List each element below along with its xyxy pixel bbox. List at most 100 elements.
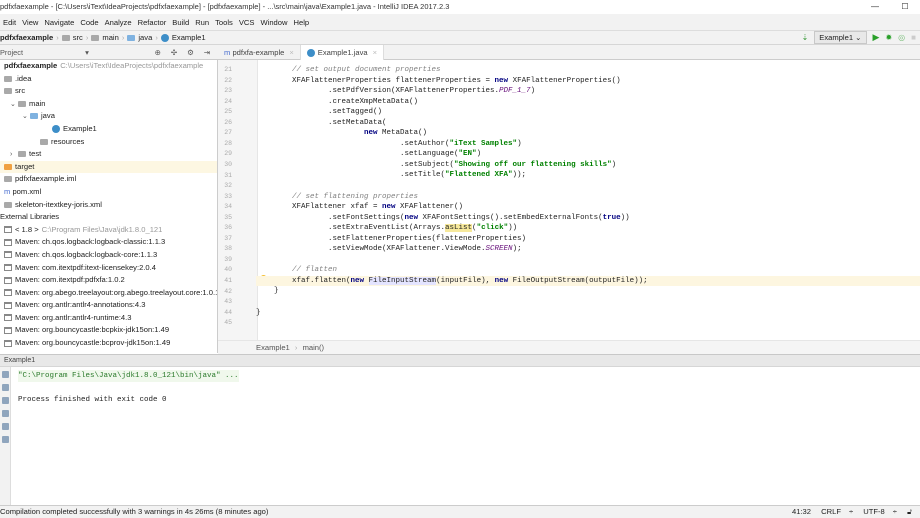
clear-icon[interactable] [2, 436, 9, 443]
code-line[interactable]: .setSubject("Showing off our flattening … [256, 160, 920, 171]
code-line[interactable]: XFAFlattener xfaf = new XFAFlattener() [256, 202, 920, 213]
run-icon[interactable]: ▶ [873, 32, 880, 43]
code-line[interactable]: } [256, 308, 920, 319]
maximize-icon[interactable]: ☐ [890, 0, 920, 14]
line-separator[interactable]: CRLF ÷ [821, 507, 853, 516]
tree-item[interactable]: Maven: ch.qos.logback:logback-core:1.1.3 [0, 249, 217, 262]
tree-item[interactable]: resources [0, 136, 217, 149]
code-line[interactable]: // set flattening properties [256, 192, 920, 203]
breadcrumb-item[interactable]: pdfxfaexample [0, 33, 53, 42]
code-line[interactable]: .setMetaData( [256, 118, 920, 129]
code-line[interactable]: .setTitle("Flattened XFA")); [256, 170, 920, 181]
project-panel-actions[interactable]: ⊕ ✣ ⚙ ⇥ [155, 48, 214, 57]
debug-icon[interactable]: ✹ [885, 33, 892, 42]
breadcrumb-method[interactable]: main() [303, 343, 325, 352]
run-tab[interactable]: Example1 [4, 357, 35, 364]
down-icon[interactable] [2, 384, 9, 391]
tree-item[interactable]: pdfxfaexample C:\Users\iText\IdeaProjects… [0, 60, 217, 73]
close-icon[interactable]: × [373, 48, 377, 57]
menu-window[interactable]: Window [257, 18, 290, 27]
tab-pdfxfa-example[interactable]: m pdfxfa-example × [218, 45, 301, 60]
code-line[interactable]: .setLanguage("EN") [256, 149, 920, 160]
tree-item[interactable]: m pom.xml [0, 186, 217, 199]
scroll-to-end-icon[interactable] [2, 410, 9, 417]
tab-example1-java[interactable]: Example1.java × [300, 45, 385, 60]
code-area[interactable]: // set output document properties XFAFla… [256, 65, 920, 329]
code-line[interactable]: // set output document properties [256, 65, 920, 76]
caret-position[interactable]: 41:32 [792, 507, 811, 516]
code-line[interactable] [256, 255, 920, 266]
code-line[interactable]: .setExtraEventList(Arrays.asList("click"… [256, 223, 920, 234]
menu-build[interactable]: Build [169, 18, 192, 27]
breadcrumb-item[interactable]: src [61, 33, 83, 42]
stop-icon[interactable]: ■ [911, 33, 916, 42]
code-line[interactable]: .createXmpMetaData() [256, 97, 920, 108]
breadcrumb-class[interactable]: Example1 [256, 343, 290, 352]
tree-item[interactable]: Maven: org.bouncycastle:bcprov-jdk15on:1… [0, 337, 217, 350]
tree-item[interactable]: < 1.8 > C:\Program Files\Java\jdk1.8.0_12… [0, 224, 217, 237]
tree-item[interactable]: Maven: org.antlr:antlr4-runtime:4.3 [0, 312, 217, 325]
breadcrumb-item[interactable]: Example1 [160, 33, 206, 42]
code-line[interactable]: new MetaData() [256, 128, 920, 139]
tree-item[interactable]: Maven: org.antlr:antlr4-annotations:4.3 [0, 299, 217, 312]
tree-item[interactable]: Maven: ch.qos.logback:logback-classic:1.… [0, 236, 217, 249]
tree-item[interactable]: Maven: com.itextpdf:pdfxfa:1.0.2 [0, 274, 217, 287]
code-line[interactable]: .setTagged() [256, 107, 920, 118]
menu-run[interactable]: Run [192, 18, 212, 27]
menu-analyze[interactable]: Analyze [102, 18, 135, 27]
menu-help[interactable]: Help [291, 18, 313, 27]
code-line[interactable]: .setAuthor("iText Samples") [256, 139, 920, 150]
tree-item[interactable]: src [0, 85, 217, 98]
menu-view[interactable]: View [19, 18, 41, 27]
menu-navigate[interactable]: Navigate [41, 18, 77, 27]
menu-edit[interactable]: Edit [0, 18, 19, 27]
console-output[interactable]: "C:\Program Files\Java\jdk1.8.0_121\bin\… [11, 367, 920, 505]
tree-item[interactable]: ⌄ java [0, 110, 217, 123]
minimize-icon[interactable]: — [860, 0, 890, 14]
close-icon[interactable]: × [289, 48, 293, 57]
code-line[interactable]: .setViewMode(XFAFlattener.ViewMode.SCREE… [256, 244, 920, 255]
tree-item[interactable]: External Libraries [0, 211, 217, 224]
code-line[interactable] [256, 297, 920, 308]
tree-item[interactable]: Maven: org.abego.treelayout:org.abego.tr… [0, 287, 217, 300]
lock-icon[interactable]: 🔓︎ [907, 507, 912, 516]
menu-refactor[interactable]: Refactor [135, 18, 170, 27]
code-line[interactable]: .setPdfVersion(XFAFlattenerProperties.PD… [256, 86, 920, 97]
folder-icon [127, 35, 136, 41]
up-icon[interactable] [2, 371, 9, 378]
tree-item[interactable]: Maven: org.bouncycastle:bcpkix-jdk15on:1… [0, 324, 217, 337]
menu-vcs[interactable]: VCS [236, 18, 258, 27]
tree-item[interactable]: ⌄ main [0, 98, 217, 111]
encoding[interactable]: UTF-8 ÷ [863, 507, 897, 516]
code-line[interactable]: // flatten [256, 265, 920, 276]
print-icon[interactable] [2, 423, 9, 430]
soft-wrap-icon[interactable] [2, 397, 9, 404]
build-icon[interactable]: ⇣ [802, 33, 809, 42]
line-number: 38 [224, 245, 232, 253]
menu-code[interactable]: Code [77, 18, 101, 27]
tree-item[interactable]: Example1 [0, 123, 217, 136]
status-message[interactable]: Compilation completed successfully with … [0, 506, 268, 518]
tree-item[interactable]: target [0, 160, 217, 174]
tree-item[interactable]: .idea [0, 73, 217, 86]
tree-item[interactable]: Maven: com.itextpdf:itext-licensekey:2.0… [0, 262, 217, 275]
code-token: new [404, 213, 419, 222]
code-line[interactable]: } [256, 286, 920, 297]
run-config-select[interactable]: Example1 ⌄ [814, 31, 867, 44]
code-line[interactable] [256, 181, 920, 192]
tree-item[interactable]: pdfxfaexample.iml [0, 173, 217, 186]
code-line[interactable] [256, 318, 920, 329]
breadcrumb-item[interactable]: java [127, 33, 152, 42]
code-editor[interactable]: 21 22 23 24 25 26 27 28 29 30 31 32 33 34 35 36 37 38 39 40… [218, 60, 920, 340]
code-line[interactable]: XFAFlattenerProperties flattenerProperti… [256, 76, 920, 87]
code-line[interactable]: .setFlattenerProperties(flattenerPropert… [256, 234, 920, 245]
tree-item[interactable]: › test [0, 148, 217, 161]
coverage-icon[interactable]: ◎ [898, 33, 905, 42]
code-line[interactable]: .setFontSettings(new XFAFontSettings().s… [256, 213, 920, 224]
code-line[interactable]: xfaf.flatten(new FileInputStream(inputFi… [256, 275, 920, 287]
breadcrumb-item[interactable]: main [91, 33, 119, 42]
menu-tools[interactable]: Tools [212, 18, 236, 27]
project-view-select[interactable]: Project ▾ [0, 48, 89, 57]
tree-item[interactable]: skeleton-itextkey-joris.xml [0, 199, 217, 212]
